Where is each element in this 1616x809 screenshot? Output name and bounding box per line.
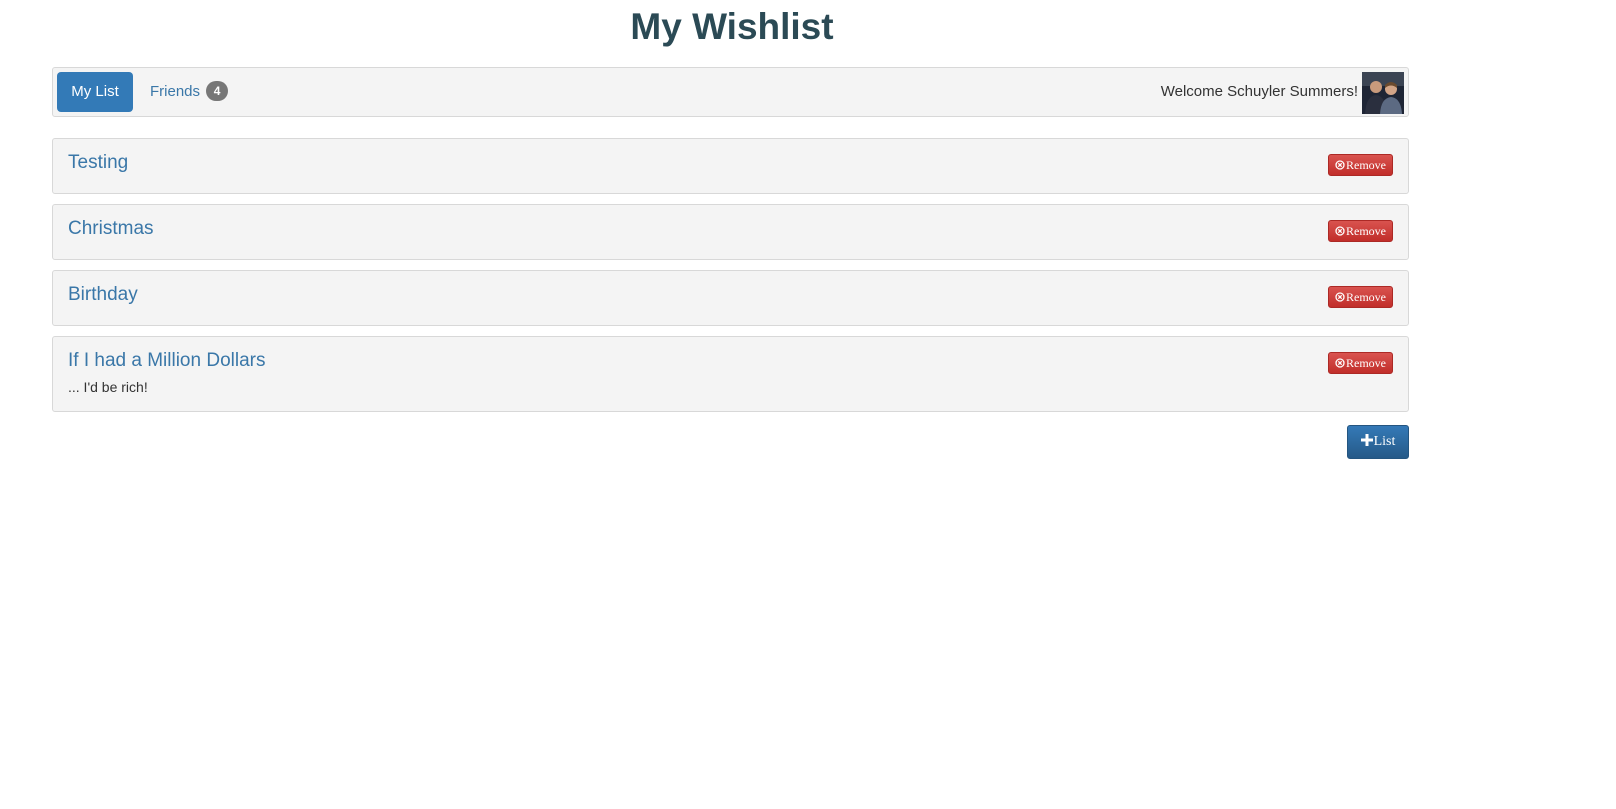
remove-button-label: Remove [1346, 356, 1386, 370]
plus-icon [1360, 427, 1373, 446]
add-list-label: List [1373, 434, 1396, 449]
page-title: My Wishlist [630, 6, 834, 47]
welcome-message: Welcome Schuyler Summers! [1160, 83, 1358, 100]
friends-count-badge: 4 [206, 81, 229, 102]
remove-list-button[interactable]: Remove [1328, 220, 1393, 242]
page: My Wishlist My List Friends 4 Welcome Sch… [0, 0, 1616, 809]
remove-list-button[interactable]: Remove [1328, 286, 1393, 308]
tab-my-list[interactable]: My List [57, 72, 133, 112]
list-description: ... I'd be rich! [68, 379, 148, 395]
tab-friends-label: Friends [150, 83, 201, 100]
remove-circle-icon [1335, 354, 1345, 368]
remove-circle-icon [1335, 288, 1345, 302]
list-title[interactable]: Birthday [68, 284, 138, 306]
list-card-testing: Testing Remove [52, 138, 1409, 194]
list-card-million-dollars: If I had a Million Dollars ... I'd be ri… [52, 336, 1409, 412]
navbar: My List Friends 4 Welcome Schuyler Summer… [52, 67, 1409, 117]
remove-button-label: Remove [1346, 290, 1386, 304]
remove-button-label: Remove [1346, 224, 1386, 238]
remove-list-button[interactable]: Remove [1328, 154, 1393, 176]
remove-list-button[interactable]: Remove [1328, 352, 1393, 374]
remove-circle-icon [1335, 156, 1345, 170]
remove-button-label: Remove [1346, 158, 1386, 172]
avatar[interactable] [1362, 72, 1404, 114]
list-title[interactable]: If I had a Million Dollars [68, 350, 265, 372]
tab-friends[interactable]: Friends 4 [150, 72, 229, 112]
list-title[interactable]: Christmas [68, 218, 154, 240]
list-card-christmas: Christmas Remove [52, 204, 1409, 260]
add-list-button[interactable]: List [1347, 425, 1409, 459]
remove-circle-icon [1335, 222, 1345, 236]
list-card-birthday: Birthday Remove [52, 270, 1409, 326]
list-title[interactable]: Testing [68, 152, 128, 174]
